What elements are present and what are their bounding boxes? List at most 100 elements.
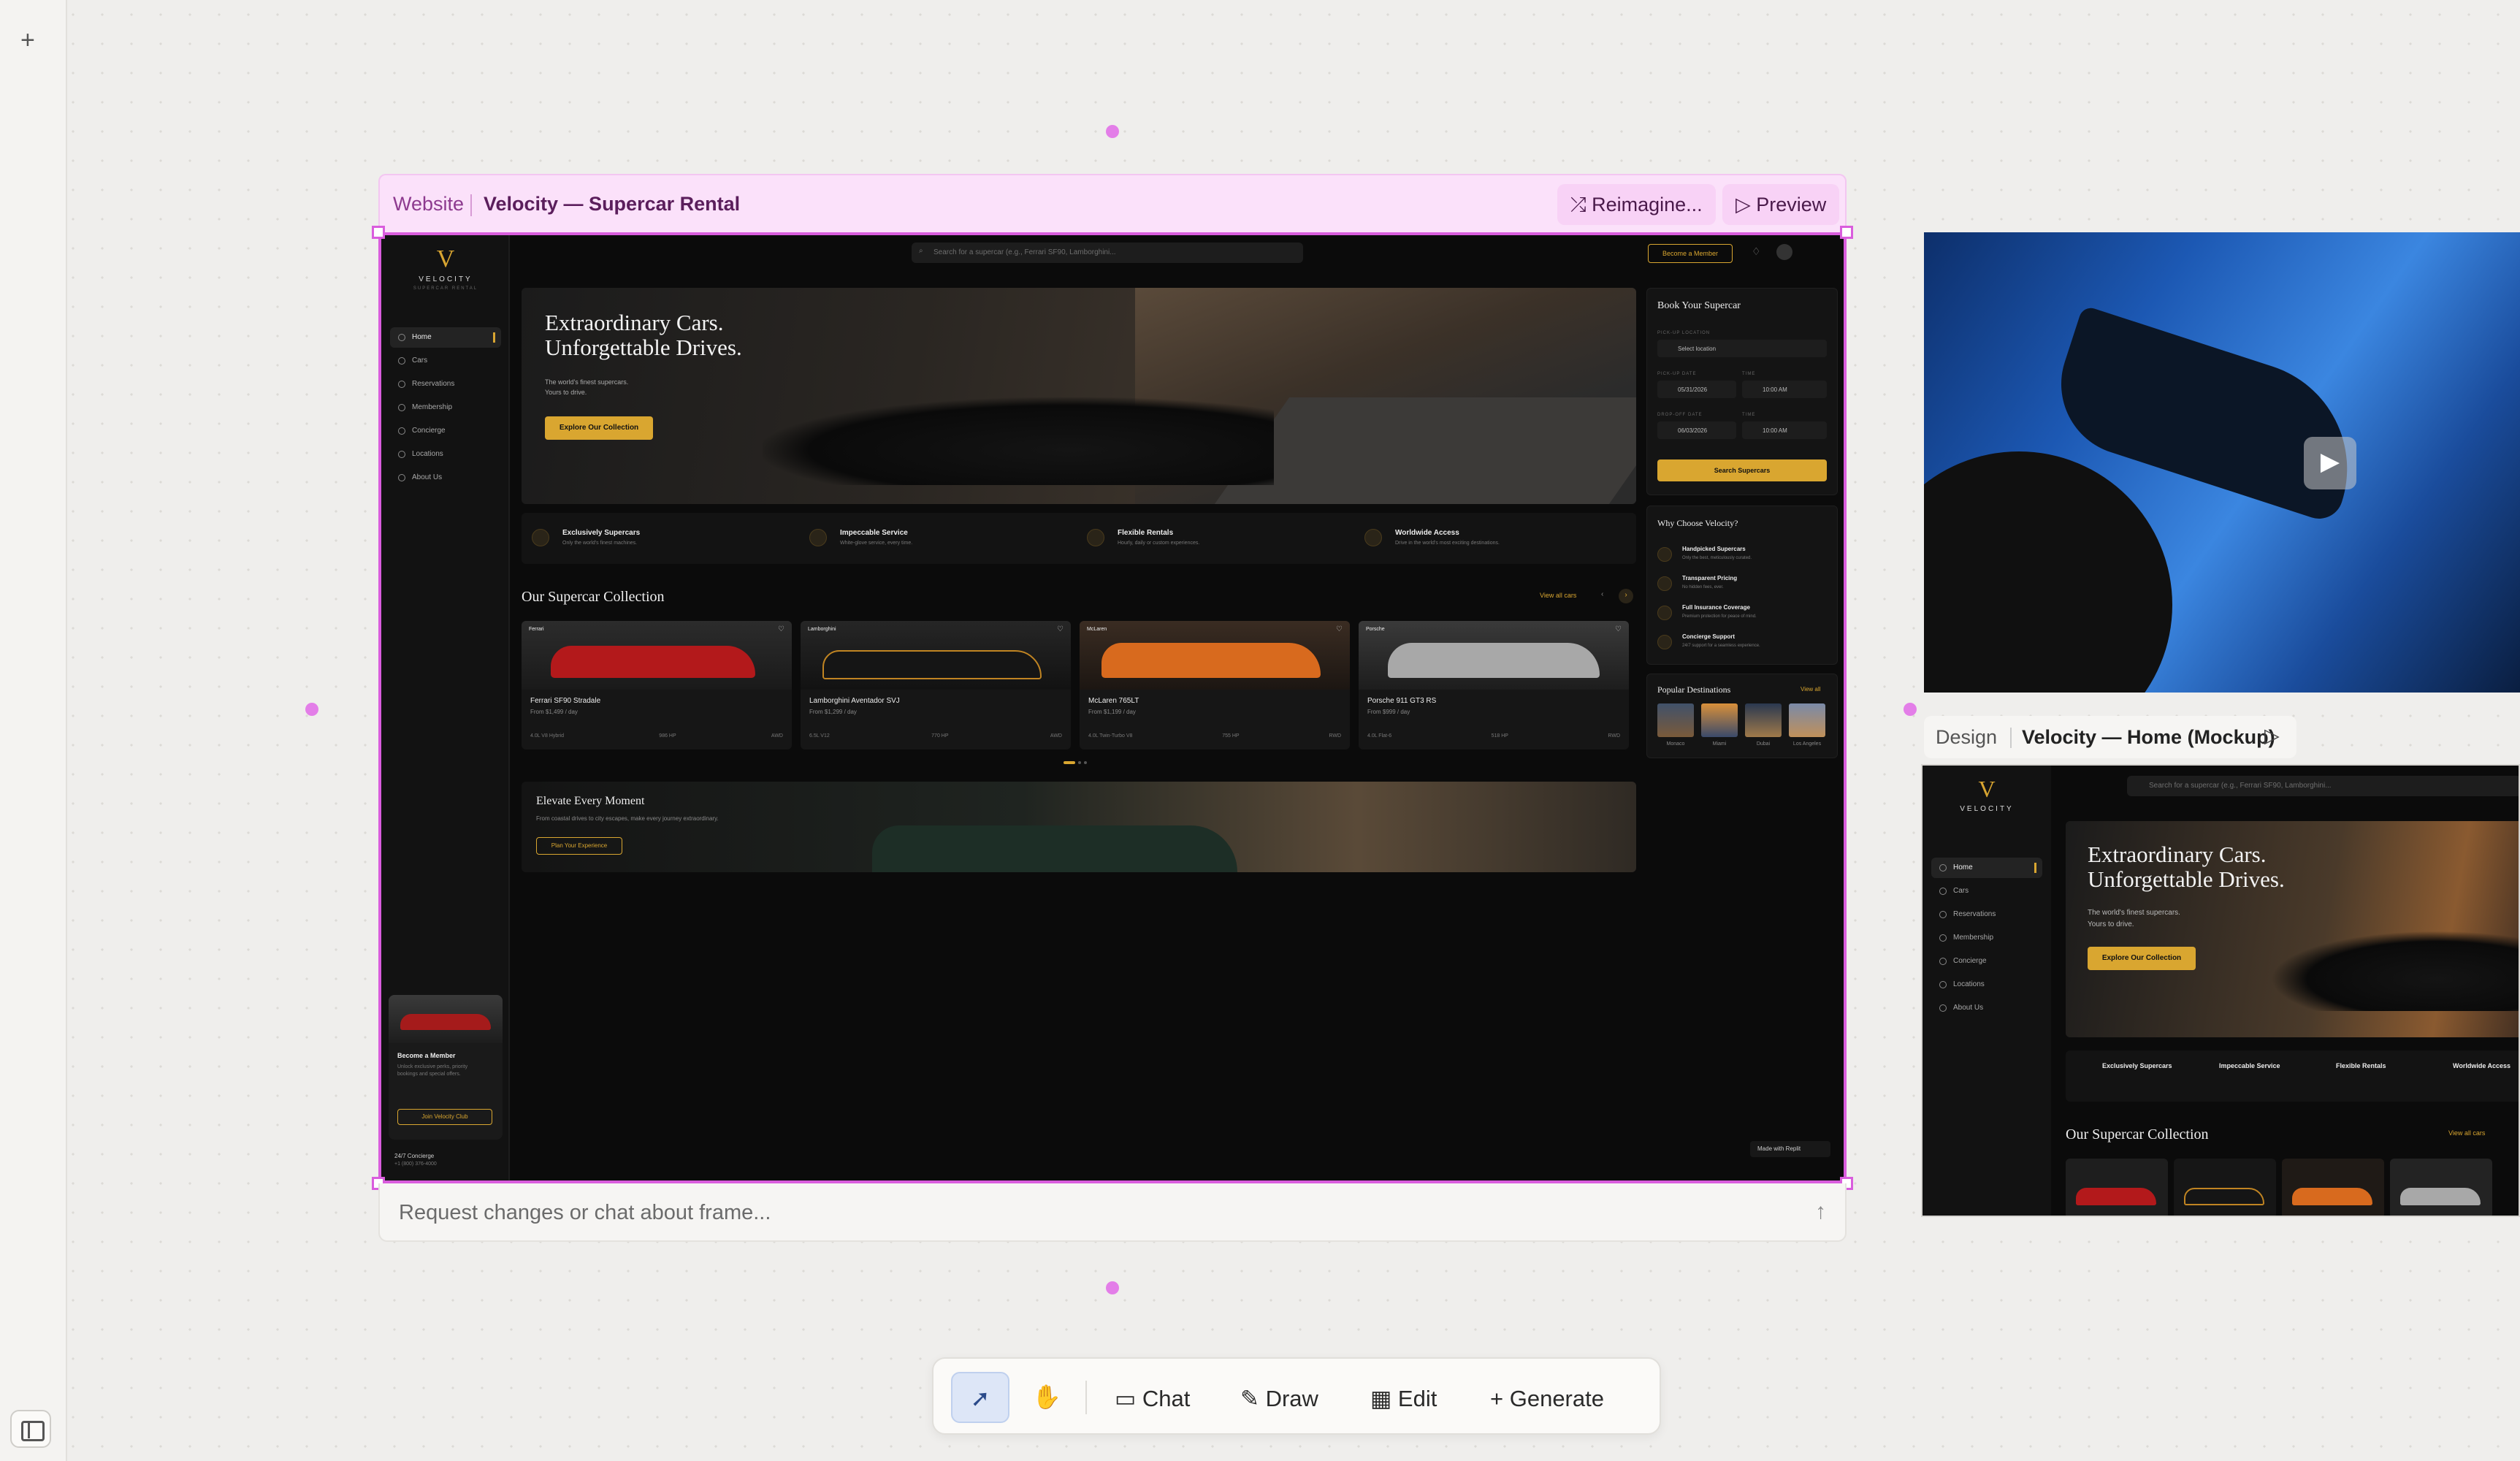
made-with-label: Made with Replit bbox=[1757, 1145, 1801, 1152]
nav-item-reservations[interactable]: Reservations bbox=[390, 374, 501, 394]
dropoff-date-input[interactable]: 06/03/2026 bbox=[1657, 421, 1736, 439]
resize-handle[interactable] bbox=[372, 226, 385, 239]
car-card[interactable]: McLaren ♡ McLaren 765LT From $1,199 / da… bbox=[1080, 621, 1350, 749]
made-with-replit-badge[interactable]: Made with Replit bbox=[1750, 1141, 1830, 1157]
generate-button[interactable]: + Generate bbox=[1490, 1372, 1604, 1423]
heart-icon[interactable]: ♡ bbox=[778, 625, 784, 633]
frame-anchor-dot[interactable] bbox=[1904, 703, 1917, 716]
edit-label: Edit bbox=[1397, 1386, 1437, 1411]
avatar[interactable] bbox=[1776, 244, 1792, 260]
nav-item-concierge[interactable]: Concierge bbox=[390, 421, 501, 441]
nav-item-reservations[interactable]: Reservations bbox=[1931, 904, 2042, 925]
feature-desc: Only the world's finest machines. bbox=[562, 541, 638, 546]
join-club-button[interactable]: Join Velocity Club bbox=[397, 1109, 492, 1125]
edit-button[interactable]: ▦ Edit bbox=[1370, 1372, 1437, 1423]
mock-car-card[interactable] bbox=[2390, 1159, 2492, 1216]
check-icon bbox=[1657, 547, 1672, 562]
nav-item-membership[interactable]: Membership bbox=[390, 397, 501, 418]
pointer-tool-icon[interactable]: ➚ bbox=[951, 1372, 1009, 1423]
feature-desc: White-glove service, every time. bbox=[840, 541, 913, 546]
destination-image[interactable] bbox=[1745, 703, 1782, 737]
carousel-dot[interactable] bbox=[1078, 761, 1081, 764]
car-shape bbox=[2400, 1188, 2481, 1205]
mock-car-card[interactable] bbox=[2066, 1159, 2168, 1216]
pickup-date-input[interactable]: 05/31/2026 bbox=[1657, 381, 1736, 398]
car-shape bbox=[1101, 643, 1321, 678]
car-card[interactable]: Porsche ♡ Porsche 911 GT3 RS From $999 /… bbox=[1359, 621, 1629, 749]
chat-button[interactable]: ▭ Chat bbox=[1115, 1372, 1190, 1423]
video-thumbnail[interactable]: ▶ bbox=[1924, 232, 2520, 693]
view-all-cars-link[interactable]: View all cars bbox=[1540, 592, 1576, 599]
hero-title-line2: Unforgettable Drives. bbox=[545, 335, 742, 360]
site-search-input[interactable]: ⌕ Search for a supercar (e.g., Ferrari SF… bbox=[912, 243, 1303, 263]
mock-car-card[interactable] bbox=[2282, 1159, 2384, 1216]
chevron-right-icon[interactable]: › bbox=[1619, 589, 1633, 603]
frame-chat-input[interactable]: Request changes or chat about frame... ↑ bbox=[378, 1183, 1847, 1242]
explore-collection-button[interactable]: Explore Our Collection bbox=[2088, 947, 2196, 970]
nav-item-about[interactable]: About Us bbox=[390, 468, 501, 488]
pickup-location-select[interactable]: Select location bbox=[1657, 340, 1827, 357]
website-frame[interactable]: V VELOCITY SUPERCAR RENTAL Home Cars Res… bbox=[378, 232, 1847, 1183]
car-card[interactable]: Lamborghini ♡ Lamborghini Aventador SVJ … bbox=[801, 621, 1071, 749]
nav-item-locations[interactable]: Locations bbox=[390, 444, 501, 465]
design-header[interactable]: Design Velocity — Home (Mockup) ▷ bbox=[1924, 716, 2296, 758]
bell-icon[interactable]: ♢ bbox=[1752, 245, 1761, 258]
mock-search-input[interactable]: Search for a supercar (e.g., Ferrari SF9… bbox=[2127, 776, 2519, 796]
frame-anchor-dot[interactable] bbox=[305, 703, 318, 716]
play-icon[interactable]: ▶ bbox=[2304, 437, 2356, 489]
draw-label: Draw bbox=[1265, 1386, 1318, 1411]
nav-item-about[interactable]: About Us bbox=[1931, 998, 2042, 1018]
concierge-phone: +1 (800) 376-4000 bbox=[394, 1161, 437, 1167]
draw-button[interactable]: ✎ Draw bbox=[1240, 1372, 1318, 1423]
nav-item-cars[interactable]: Cars bbox=[1931, 881, 2042, 901]
nav-item-membership[interactable]: Membership bbox=[1931, 928, 2042, 948]
frame-header[interactable]: Website Velocity — Supercar Rental ⤮ Rei… bbox=[378, 174, 1847, 234]
mock-car-card[interactable] bbox=[2174, 1159, 2276, 1216]
design-mockup[interactable]: V VELOCITY Home Cars Reservations Member… bbox=[1921, 764, 2520, 1217]
hero-car-shape bbox=[2270, 931, 2519, 1011]
preview-button[interactable]: ▷ Preview bbox=[1722, 184, 1840, 225]
nav-item-locations[interactable]: Locations bbox=[1931, 974, 2042, 995]
dropoff-time-input[interactable]: 10:00 AM bbox=[1742, 421, 1827, 439]
nav-item-cars[interactable]: Cars bbox=[390, 351, 501, 371]
destination-image[interactable] bbox=[1657, 703, 1694, 737]
destination-label: Monaco bbox=[1666, 741, 1685, 747]
heart-icon[interactable]: ♡ bbox=[1057, 625, 1064, 633]
frame-anchor-dot[interactable] bbox=[1106, 1281, 1119, 1294]
hand-tool-icon[interactable]: ✋ bbox=[1021, 1372, 1072, 1423]
carousel-dot-active[interactable] bbox=[1064, 761, 1075, 764]
brand-name: VELOCITY bbox=[419, 275, 473, 283]
sidebar-toggle-icon[interactable] bbox=[10, 1410, 51, 1448]
search-supercars-button[interactable]: Search Supercars bbox=[1657, 459, 1827, 481]
car-spec: 4.0L Flat-6 bbox=[1367, 733, 1392, 739]
heart-icon[interactable]: ♡ bbox=[1615, 625, 1622, 633]
nav-item-concierge[interactable]: Concierge bbox=[1931, 951, 2042, 972]
carousel-dot[interactable] bbox=[1084, 761, 1087, 764]
dropoff-date-value: 06/03/2026 bbox=[1678, 427, 1708, 434]
explore-collection-button[interactable]: Explore Our Collection bbox=[545, 416, 653, 440]
nav-item-home[interactable]: Home bbox=[390, 327, 501, 348]
view-all-cars-link[interactable]: View all cars bbox=[2448, 1129, 2485, 1137]
pickup-time-input[interactable]: 10:00 AM bbox=[1742, 381, 1827, 398]
nav-item-home[interactable]: Home bbox=[1931, 858, 2042, 878]
add-icon[interactable]: + bbox=[20, 28, 35, 53]
send-arrow-icon[interactable]: ↑ bbox=[1815, 1199, 1826, 1224]
frame-anchor-dot[interactable] bbox=[1106, 125, 1119, 138]
destination-label: Miami bbox=[1712, 741, 1727, 747]
view-all-destinations-link[interactable]: View all bbox=[1801, 686, 1820, 693]
become-member-button[interactable]: Become a Member bbox=[1648, 244, 1733, 263]
hero-sub2: Yours to drive. bbox=[545, 389, 587, 396]
plan-experience-button[interactable]: Plan Your Experience bbox=[536, 837, 622, 855]
chevron-left-icon[interactable]: ‹ bbox=[1601, 590, 1603, 598]
destinations-title: Popular Destinations bbox=[1657, 684, 1731, 695]
car-spec: 6.5L V12 bbox=[809, 733, 830, 739]
destination-image[interactable] bbox=[1789, 703, 1825, 737]
play-icon[interactable]: ▷ bbox=[2264, 725, 2280, 747]
reimagine-button[interactable]: ⤮ Reimagine... bbox=[1557, 184, 1716, 225]
destination-image[interactable] bbox=[1701, 703, 1738, 737]
heart-icon[interactable]: ♡ bbox=[1336, 625, 1343, 633]
why-item-title: Concierge Support bbox=[1682, 633, 1736, 640]
car-card[interactable]: Ferrari ♡ Ferrari SF90 Stradale From $1,… bbox=[522, 621, 792, 749]
resize-handle[interactable] bbox=[1840, 226, 1853, 239]
feature-title: Worldwide Access bbox=[1395, 529, 1459, 537]
